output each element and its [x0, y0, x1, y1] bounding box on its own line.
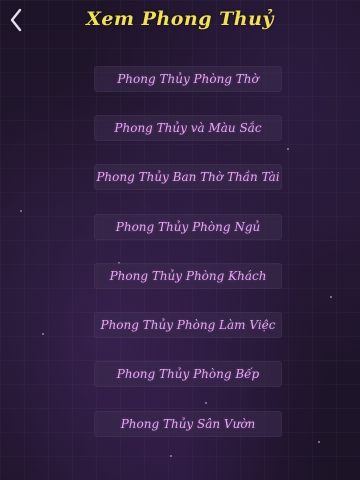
- menu-item-san-vuon[interactable]: Phong Thủy Sân Vườn: [94, 411, 282, 437]
- header-bar: Xem Phong Thuỷ: [0, 0, 360, 42]
- page-title: Xem Phong Thuỷ: [86, 8, 274, 30]
- menu-item-phong-tho[interactable]: Phong Thủy Phòng Thờ: [94, 66, 282, 92]
- menu-item-label: Phong Thủy Phòng Bếp: [116, 367, 260, 381]
- menu-item-ban-tho-than-tai[interactable]: Phong Thủy Ban Thờ Thần Tài: [94, 164, 282, 190]
- menu-item-label: Phong Thủy Sân Vườn: [120, 417, 256, 431]
- menu-item-label: Phong Thủy và Màu Sắc: [114, 121, 262, 135]
- menu-item-phong-ngu[interactable]: Phong Thủy Phòng Ngủ: [94, 214, 282, 240]
- menu-item-label: Phong Thủy Ban Thờ Thần Tài: [96, 170, 280, 184]
- menu-item-label: Phong Thủy Phòng Ngủ: [115, 220, 261, 234]
- menu-item-phong-khach[interactable]: Phong Thủy Phòng Khách: [94, 263, 282, 289]
- app-screen: Xem Phong Thuỷ Phong Thủy Phòng Thờ Phon…: [0, 0, 360, 480]
- menu-item-label: Phong Thủy Phòng Thờ: [117, 72, 259, 86]
- menu-item-label: Phong Thủy Phòng Khách: [109, 269, 267, 283]
- menu-item-phong-lam-viec[interactable]: Phong Thủy Phòng Làm Việc: [94, 312, 282, 338]
- menu-item-label: Phong Thủy Phòng Làm Việc: [100, 318, 276, 332]
- menu-item-phong-bep[interactable]: Phong Thủy Phòng Bếp: [94, 361, 282, 387]
- menu-item-mau-sac[interactable]: Phong Thủy và Màu Sắc: [94, 115, 282, 141]
